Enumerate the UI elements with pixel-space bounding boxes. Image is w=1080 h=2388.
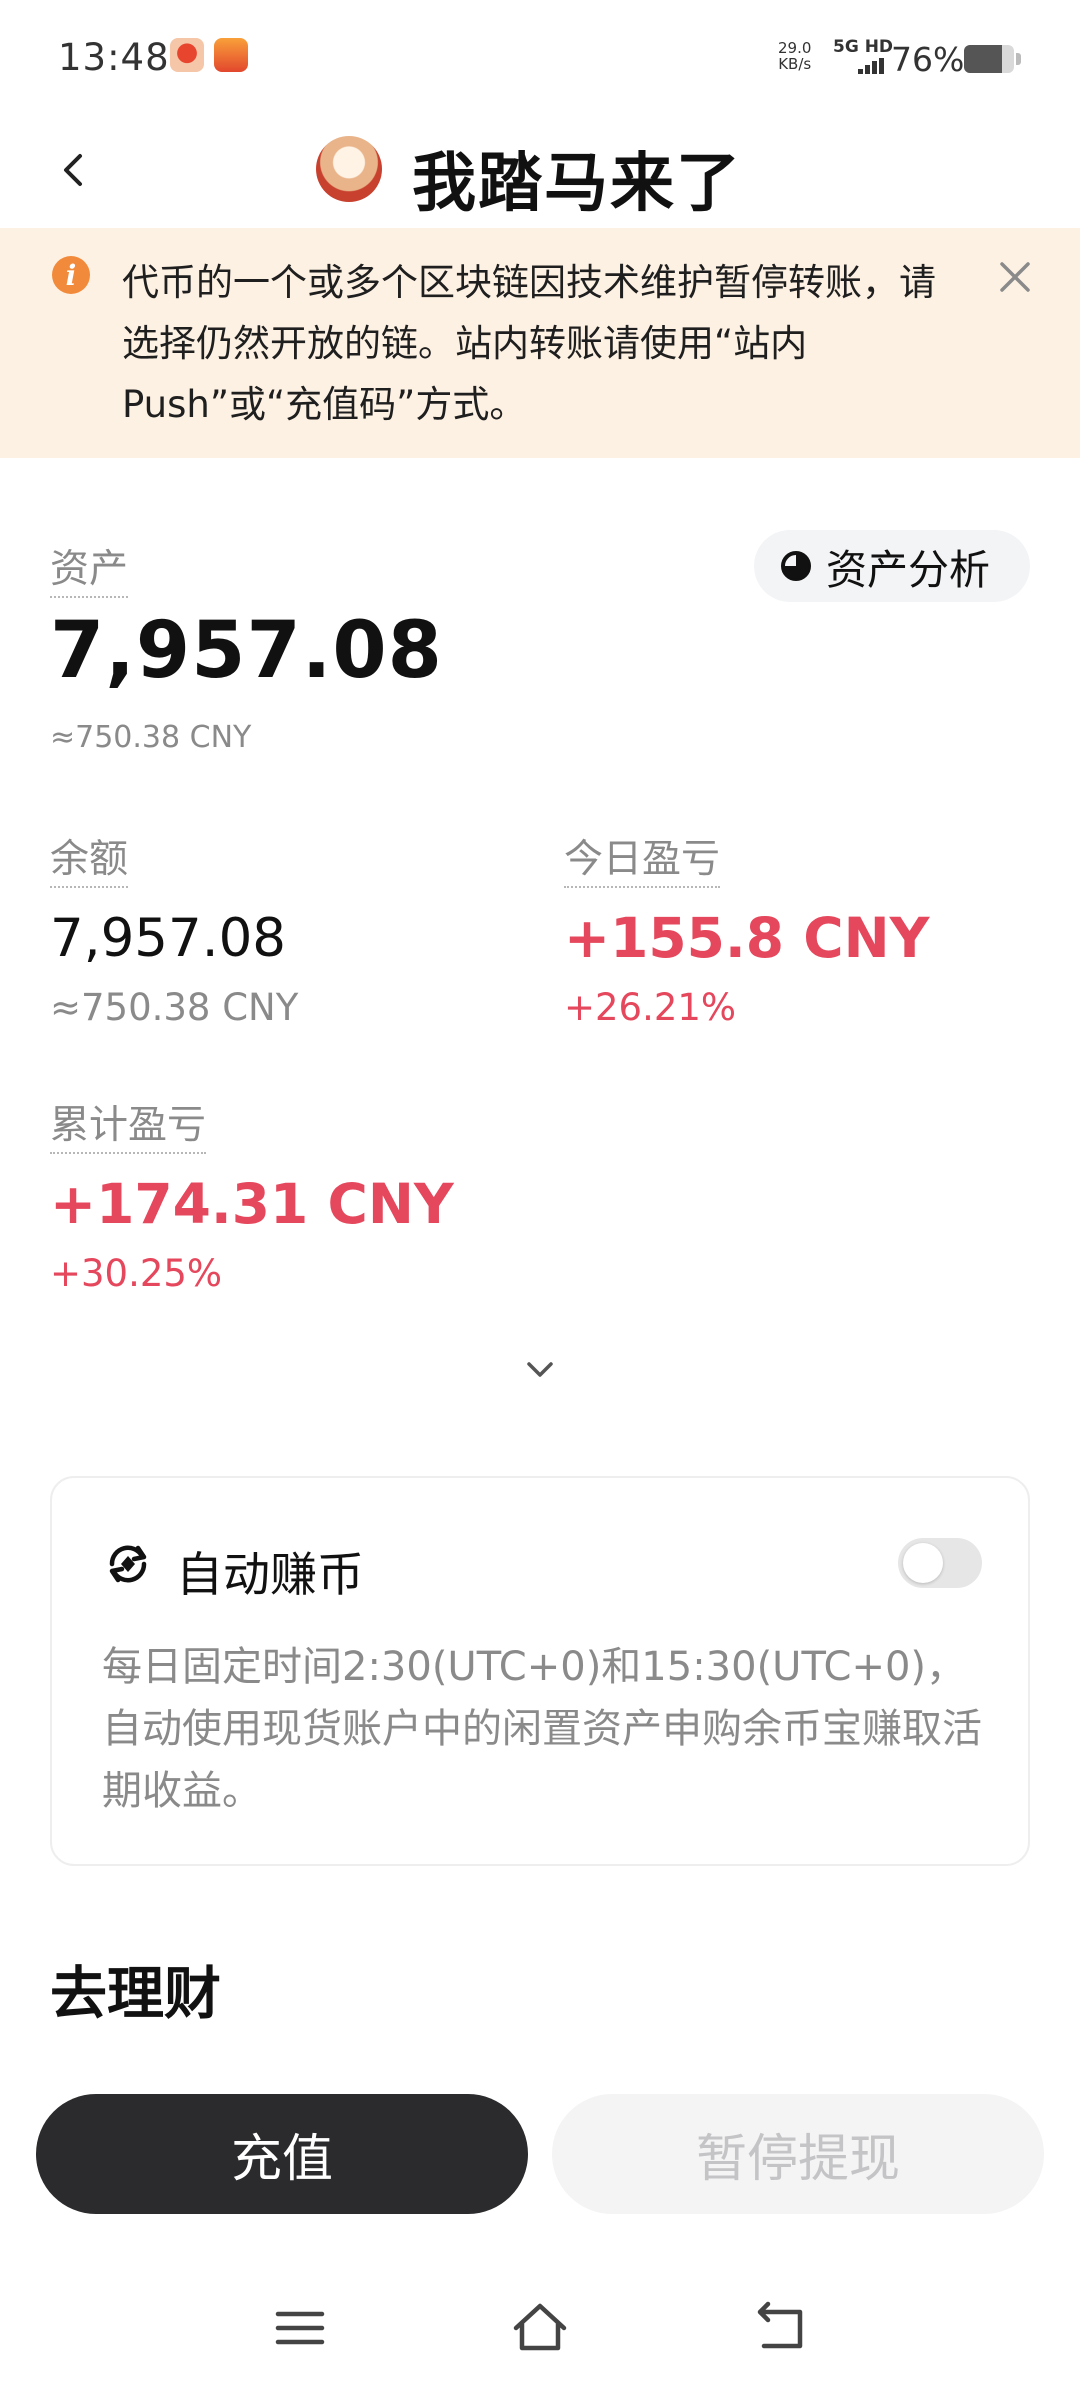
menu-icon[interactable]	[270, 2298, 330, 2358]
network-speed-unit: KB/s	[778, 55, 812, 73]
withdraw-suspended-button[interactable]: 暂停提现	[552, 2094, 1044, 2214]
today-pnl-percent: +26.21%	[564, 986, 737, 1029]
assets-value: 7,957.08	[50, 606, 443, 696]
notification-app-icon	[214, 38, 248, 72]
signal-icon	[858, 58, 886, 74]
toggle-knob	[903, 1543, 943, 1583]
expand-button[interactable]	[515, 1350, 565, 1390]
close-icon	[1000, 262, 1030, 292]
auto-earn-title: 自动赚币	[176, 1548, 364, 1603]
assets-label[interactable]: 资产	[50, 538, 129, 598]
section-title: 去理财	[50, 1961, 221, 2027]
asset-analysis-button[interactable]: 资产分析	[754, 530, 1030, 602]
auto-earn-card: 自动赚币 每日固定时间2:30(UTC+0)和15:30(UTC+0)，自动使用…	[50, 1476, 1030, 1866]
assets-cny-value: ≈750.38 CNY	[50, 720, 252, 755]
auto-earn-toggle[interactable]	[898, 1538, 982, 1588]
battery-tip	[1016, 53, 1021, 65]
status-time: 13:48	[58, 36, 170, 79]
notice-text: 代币的一个或多个区块链因技术维护暂停转账，请选择仍然开放的链。站内转账请使用“站…	[122, 261, 936, 426]
balance-label[interactable]: 余额	[50, 828, 129, 888]
avatar-icon	[316, 136, 382, 202]
status-bar: 13:48 29.0 KB/s 5G HD 76%	[0, 0, 1080, 118]
today-pnl-label[interactable]: 今日盈亏	[564, 828, 721, 888]
page-title: 我踏马来了	[412, 147, 742, 221]
back-button[interactable]	[44, 140, 104, 200]
system-nav-bar	[0, 2270, 1080, 2388]
maintenance-notice: i 代币的一个或多个区块链因技术维护暂停转账，请选择仍然开放的链。站内转账请使用…	[0, 228, 1080, 458]
network-speed-value: 29.0	[778, 39, 812, 57]
battery-percent: 76%	[891, 40, 965, 79]
balance-cny-value: ≈750.38 CNY	[50, 986, 299, 1029]
total-pnl-value: +174.31 CNY	[50, 1172, 454, 1236]
network-type: 5G HD	[833, 37, 894, 57]
back-icon[interactable]	[750, 2298, 810, 2358]
balance-value: 7,957.08	[50, 908, 287, 969]
chevron-down-icon	[527, 1362, 553, 1377]
page-header: 我踏马来了	[0, 118, 1080, 228]
info-icon: i	[52, 256, 90, 294]
asset-analysis-label: 资产分析	[826, 546, 990, 594]
notification-app-icon	[170, 38, 204, 72]
pie-chart-icon	[781, 551, 811, 581]
total-pnl-percent: +30.25%	[50, 1252, 223, 1295]
auto-earn-description: 每日固定时间2:30(UTC+0)和15:30(UTC+0)，自动使用现货账户中…	[102, 1644, 982, 1814]
auto-sync-icon	[109, 1545, 147, 1583]
close-notice-button[interactable]	[990, 252, 1040, 302]
network-speed: 29.0 KB/s	[778, 40, 811, 72]
total-pnl-label[interactable]: 累计盈亏	[50, 1094, 207, 1154]
today-pnl-value: +155.8 CNY	[564, 906, 930, 970]
chevron-left-icon	[64, 154, 82, 186]
home-icon[interactable]	[510, 2298, 570, 2358]
battery-icon	[964, 45, 1014, 73]
deposit-button[interactable]: 充值	[36, 2094, 528, 2214]
